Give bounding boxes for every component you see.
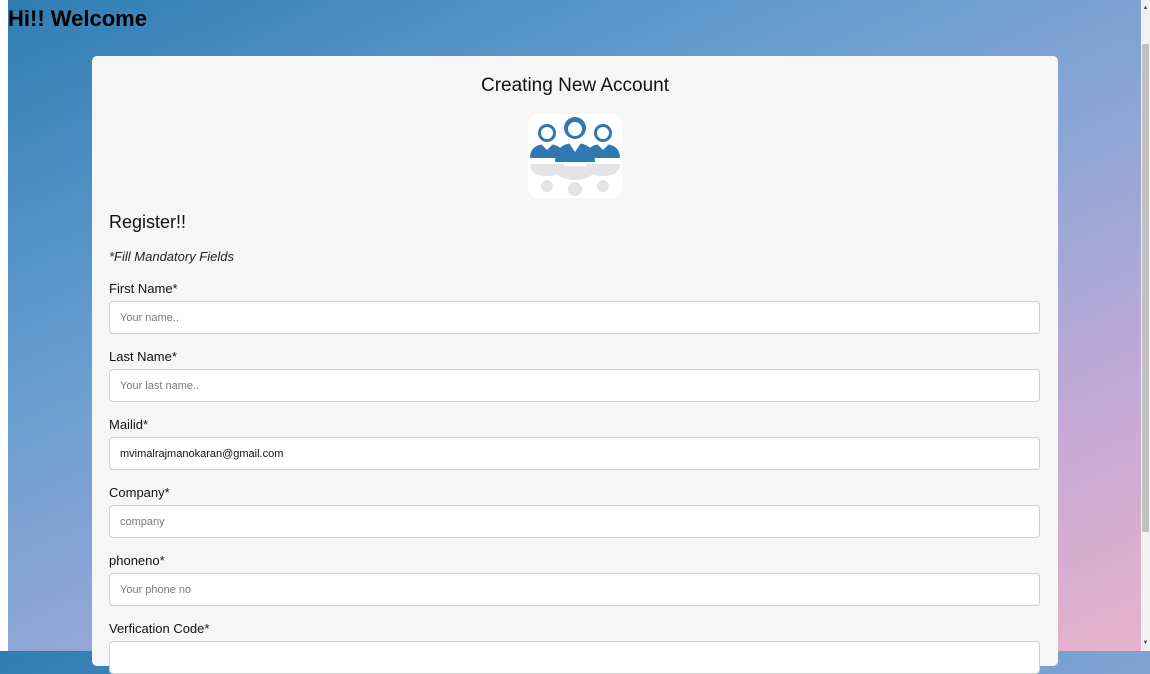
scroll-down-arrow-icon[interactable]: ▼ (1141, 639, 1150, 647)
first-name-label: First Name* (109, 281, 178, 296)
company-label: Company* (109, 485, 170, 500)
first-name-input[interactable] (109, 301, 1040, 334)
phoneno-label: phoneno* (109, 553, 165, 568)
phoneno-input[interactable] (109, 573, 1040, 606)
scrollbar-thumb[interactable] (1142, 44, 1149, 532)
page-heading: Hi!! Welcome (8, 6, 147, 31)
page-left-edge (0, 0, 8, 651)
vertical-scrollbar[interactable]: ▲ ▼ (1141, 0, 1150, 651)
users-group-icon (528, 114, 622, 198)
scroll-up-arrow-icon[interactable]: ▲ (1141, 4, 1150, 12)
last-name-label: Last Name* (109, 349, 177, 364)
company-input[interactable] (109, 505, 1040, 538)
verification-code-label: Verfication Code* (109, 621, 210, 636)
register-heading: Register!! (109, 212, 187, 232)
mandatory-note: *Fill Mandatory Fields (109, 249, 234, 264)
mailid-label: Mailid* (109, 417, 149, 432)
mailid-input[interactable] (109, 437, 1040, 470)
card-title: Creating New Account (481, 75, 669, 96)
verification-code-input[interactable] (109, 641, 1040, 674)
last-name-input[interactable] (109, 369, 1040, 402)
registration-card: Creating New Account Register!! *Fill Ma… (92, 56, 1058, 674)
